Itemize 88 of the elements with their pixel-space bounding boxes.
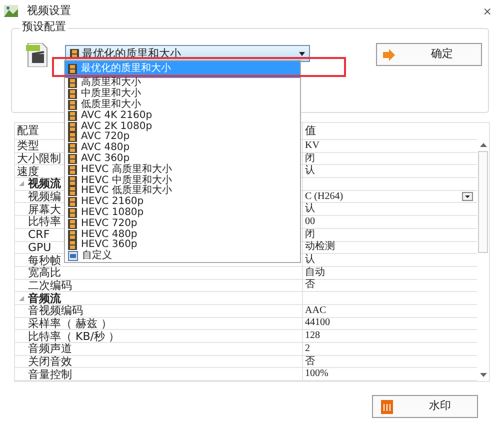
dropdown-option[interactable]: 自定义 bbox=[65, 250, 300, 262]
setting-label: 类型 bbox=[17, 140, 39, 152]
column-header: 值 bbox=[304, 123, 316, 139]
film-icon bbox=[68, 89, 77, 100]
setting-value: AAC bbox=[305, 306, 326, 316]
setting-value: 闭 bbox=[305, 230, 315, 240]
group-label: 音频流 bbox=[28, 292, 61, 304]
scrollbar-thumb[interactable] bbox=[478, 151, 488, 253]
setting-value: 00 bbox=[305, 216, 315, 227]
window-icon bbox=[68, 251, 78, 262]
watermark-button[interactable]: 水印 bbox=[372, 395, 478, 418]
film-icon bbox=[68, 64, 77, 74]
dropdown-option[interactable]: HEVC 低质里和大小 bbox=[65, 186, 300, 197]
film-icon bbox=[68, 122, 77, 132]
group-legend: 预设配置 bbox=[20, 21, 68, 32]
setting-value: C (H264) bbox=[305, 192, 344, 202]
setting-value: 认 bbox=[305, 166, 315, 176]
film-icon bbox=[68, 164, 77, 175]
film-icon bbox=[68, 186, 77, 196]
film-icon bbox=[68, 110, 77, 121]
film-icon bbox=[68, 154, 77, 164]
film-icon bbox=[68, 143, 77, 154]
setting-label: 每秒帧 bbox=[27, 254, 61, 266]
group-label: 视频流 bbox=[28, 178, 61, 190]
film-icon bbox=[68, 240, 77, 250]
ok-button[interactable]: 确定 bbox=[376, 43, 482, 66]
dropdown-option[interactable]: 中质里和大小 bbox=[65, 88, 300, 100]
dropdown-option[interactable]: HEVC 480p bbox=[65, 229, 300, 240]
setting-value: 否 bbox=[305, 356, 315, 367]
setting-value: 100% bbox=[305, 369, 328, 380]
setting-label: 屏幕大 bbox=[27, 204, 61, 215]
setting-value: 认 bbox=[305, 204, 315, 214]
film-icon bbox=[68, 197, 77, 208]
film-icon bbox=[68, 100, 77, 110]
dropdown-option[interactable]: AVC 2K 1080p bbox=[65, 121, 300, 132]
setting-label: 采样率（ 赫兹 ） bbox=[27, 318, 112, 329]
film-icon bbox=[68, 78, 77, 88]
dropdown-option[interactable]: HEVC 中质里和大小 bbox=[65, 175, 300, 186]
dropdown-icon[interactable] bbox=[462, 192, 473, 202]
setting-value: 闭 bbox=[305, 154, 315, 164]
setting-label: GPU bbox=[27, 242, 52, 253]
video-file-icon bbox=[26, 43, 48, 67]
setting-label: 宽高比 bbox=[27, 267, 61, 278]
setting-label: 音视频编码 bbox=[27, 305, 83, 316]
setting-value: 否 bbox=[305, 280, 315, 290]
setting-value: 128 bbox=[305, 331, 320, 342]
arrow-icon bbox=[383, 48, 395, 60]
film-icon bbox=[68, 208, 77, 218]
setting-label: 比特率 bbox=[27, 216, 61, 228]
dropdown-option[interactable]: HEVC 1080p bbox=[65, 208, 300, 218]
setting-label: 速度 bbox=[17, 166, 39, 177]
dropdown-option[interactable]: 高质里和大小 bbox=[65, 78, 300, 89]
collapse-icon[interactable] bbox=[19, 296, 24, 301]
dropdown-option[interactable]: AVC 360p bbox=[65, 154, 300, 164]
setting-label: 音频声道 bbox=[27, 343, 72, 354]
setting-value: 认 bbox=[305, 255, 315, 266]
watermark-icon bbox=[381, 400, 393, 414]
film-icon bbox=[68, 132, 77, 142]
setting-label: 二次编码 bbox=[27, 280, 72, 291]
scroll-up-icon[interactable] bbox=[480, 143, 486, 147]
scroll-down-icon[interactable] bbox=[480, 373, 486, 378]
dropdown-option[interactable]: HEVC 2160p bbox=[65, 196, 300, 208]
setting-value: 2 bbox=[305, 344, 310, 354]
dropdown-option[interactable]: AVC 480p bbox=[65, 142, 300, 154]
setting-value: KV bbox=[305, 140, 320, 151]
close-button[interactable]: × bbox=[482, 6, 492, 16]
dropdown-option[interactable]: HEVC 高质里和大小 bbox=[65, 164, 300, 176]
dropdown-option[interactable]: AVC 4K 2160p bbox=[65, 110, 300, 122]
dropdown-option[interactable]: 低质里和大小 bbox=[65, 100, 300, 110]
collapse-icon[interactable] bbox=[19, 181, 24, 186]
window-title: 视频设置 bbox=[27, 2, 71, 19]
setting-label: 比特率（ KB/秒 ） bbox=[27, 330, 120, 342]
setting-label: 关闭音效 bbox=[27, 356, 72, 368]
picture-icon bbox=[4, 5, 18, 17]
film-icon bbox=[70, 48, 79, 58]
film-icon bbox=[68, 230, 77, 240]
setting-value: 自动 bbox=[305, 268, 325, 278]
setting-label: 音量控制 bbox=[27, 368, 72, 380]
caret-icon bbox=[299, 52, 305, 56]
setting-value: 动检测 bbox=[305, 242, 335, 252]
film-icon bbox=[68, 218, 77, 229]
setting-label: 视频编 bbox=[27, 191, 61, 202]
dropdown-option[interactable]: HEVC 360p bbox=[65, 240, 300, 251]
setting-label: CRF bbox=[27, 229, 50, 240]
setting-value: 44100 bbox=[305, 318, 330, 328]
dropdown-option[interactable]: HEVC 720p bbox=[65, 218, 300, 230]
setting-label: 大小限制 bbox=[17, 153, 61, 164]
film-icon bbox=[68, 176, 77, 186]
